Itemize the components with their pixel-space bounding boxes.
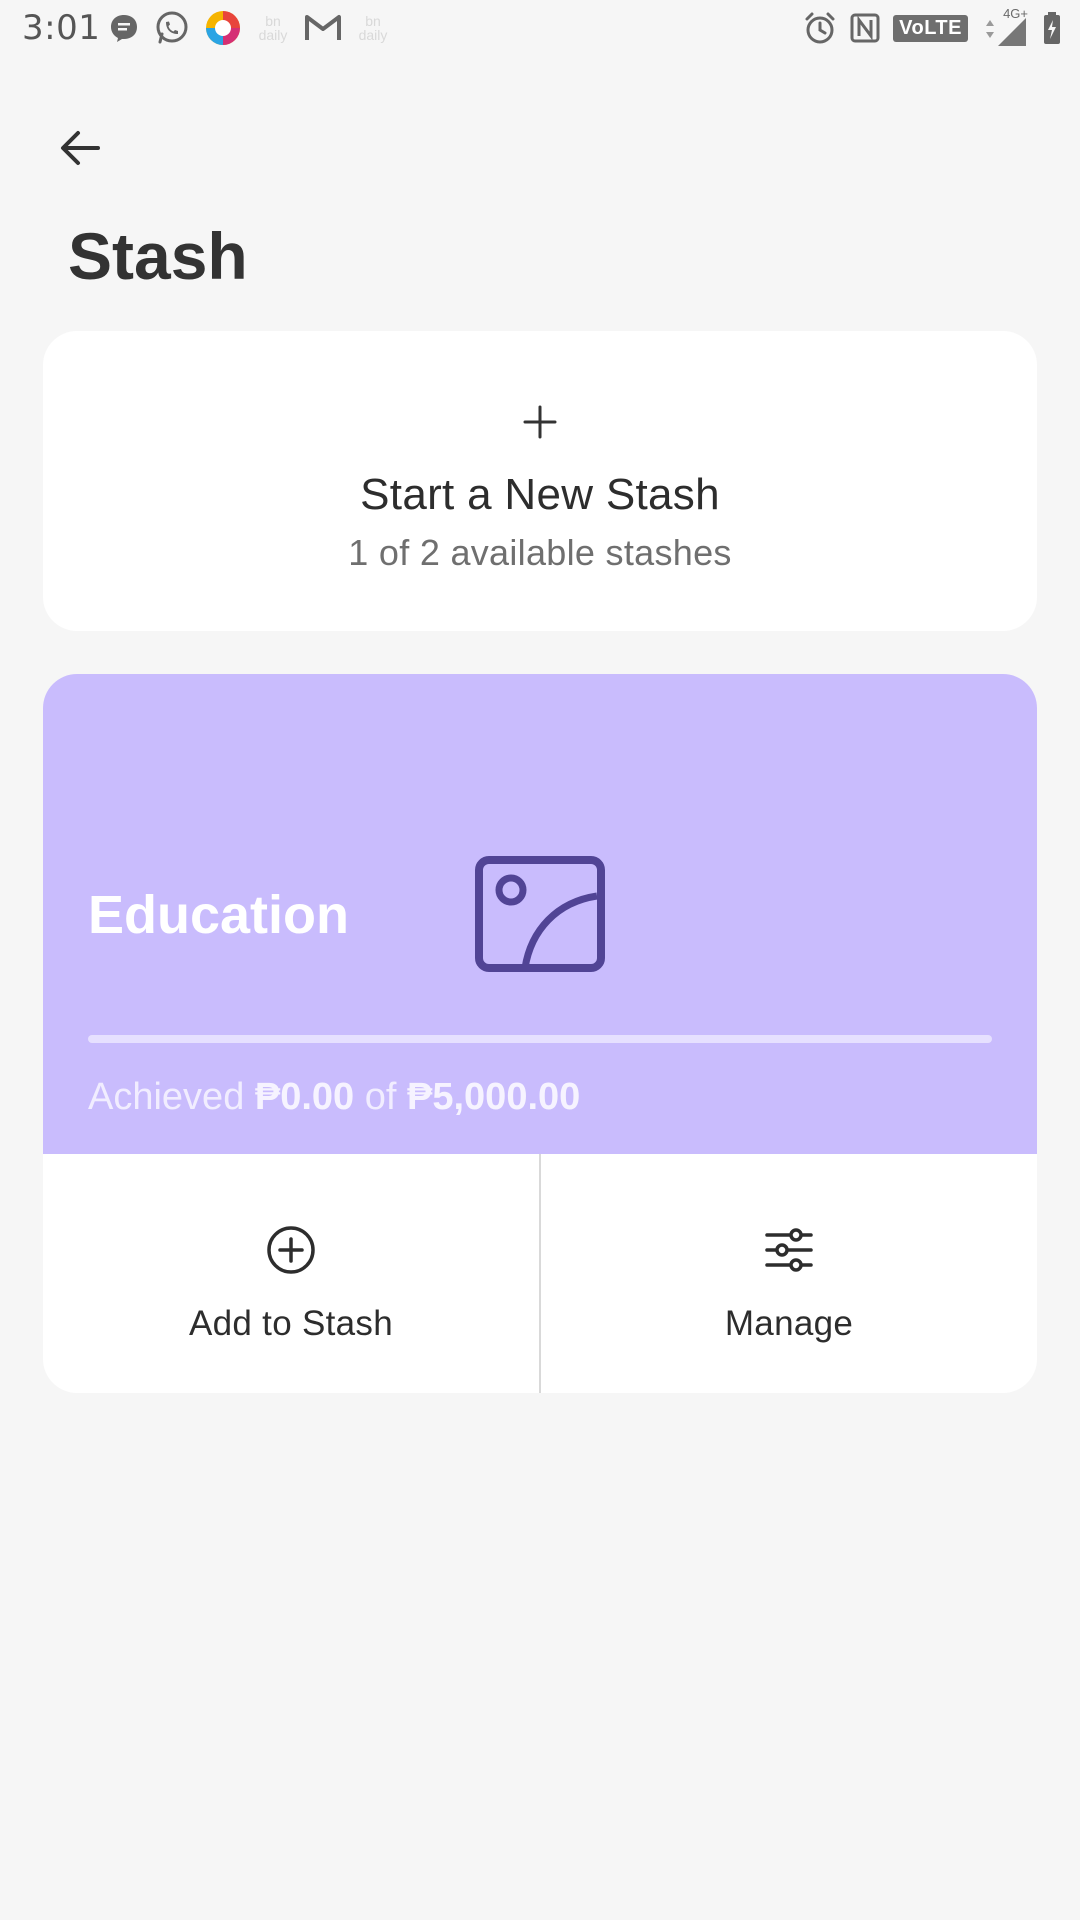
plus-circle-icon	[265, 1224, 317, 1280]
stash-name: Education	[88, 885, 350, 945]
stash-hero[interactable]: Education Achieved ₱0.00 of ₱5,000.00	[43, 674, 1037, 1154]
manage-button[interactable]: Manage	[541, 1154, 1037, 1393]
gmail-icon	[304, 13, 342, 43]
new-stash-subtitle: 1 of 2 available stashes	[348, 532, 732, 573]
target-amount: ₱5,000.00	[407, 1076, 581, 1118]
system-icons: VoLTE 4G+	[803, 6, 1062, 48]
stash-card: Education Achieved ₱0.00 of ₱5,000.00 Ad…	[43, 674, 1037, 1393]
manage-label: Manage	[724, 1304, 854, 1343]
nfc-icon	[849, 12, 881, 44]
browser-icon	[204, 9, 242, 47]
achieved-text: Achieved ₱0.00 of ₱5,000.00	[88, 1076, 580, 1119]
status-time: 3:01	[22, 8, 101, 48]
bn-daily-icon: bn daily	[358, 13, 388, 43]
stash-actions: Add to Stash Manage	[43, 1154, 1037, 1393]
new-stash-title: Start a New Stash	[360, 470, 720, 519]
signal-icon: 4G+	[980, 6, 1030, 48]
achieved-of: of	[354, 1076, 408, 1118]
page-title: Stash	[68, 219, 248, 293]
add-to-stash-button[interactable]: Add to Stash	[43, 1154, 539, 1393]
alarm-icon	[803, 11, 837, 45]
battery-charging-icon	[1042, 11, 1062, 45]
status-bar: 3:01 bn daily bn daily VoLTE 4G+	[0, 0, 1080, 58]
bn-daily-icon: bn daily	[258, 13, 288, 43]
arrow-left-icon	[61, 131, 100, 165]
stash-progress-bar	[88, 1035, 992, 1043]
notification-icons: bn daily bn daily	[108, 10, 390, 46]
add-to-stash-label: Add to Stash	[188, 1304, 393, 1343]
whatsapp-icon	[154, 10, 190, 46]
sliders-icon	[763, 1224, 815, 1280]
message-icon	[108, 12, 140, 44]
achieved-amount: ₱0.00	[254, 1076, 355, 1118]
plus-icon	[522, 404, 558, 444]
back-button[interactable]	[58, 118, 102, 178]
volte-icon: VoLTE	[893, 14, 968, 42]
achieved-prefix: Achieved	[88, 1076, 255, 1118]
image-placeholder-icon	[475, 856, 605, 976]
